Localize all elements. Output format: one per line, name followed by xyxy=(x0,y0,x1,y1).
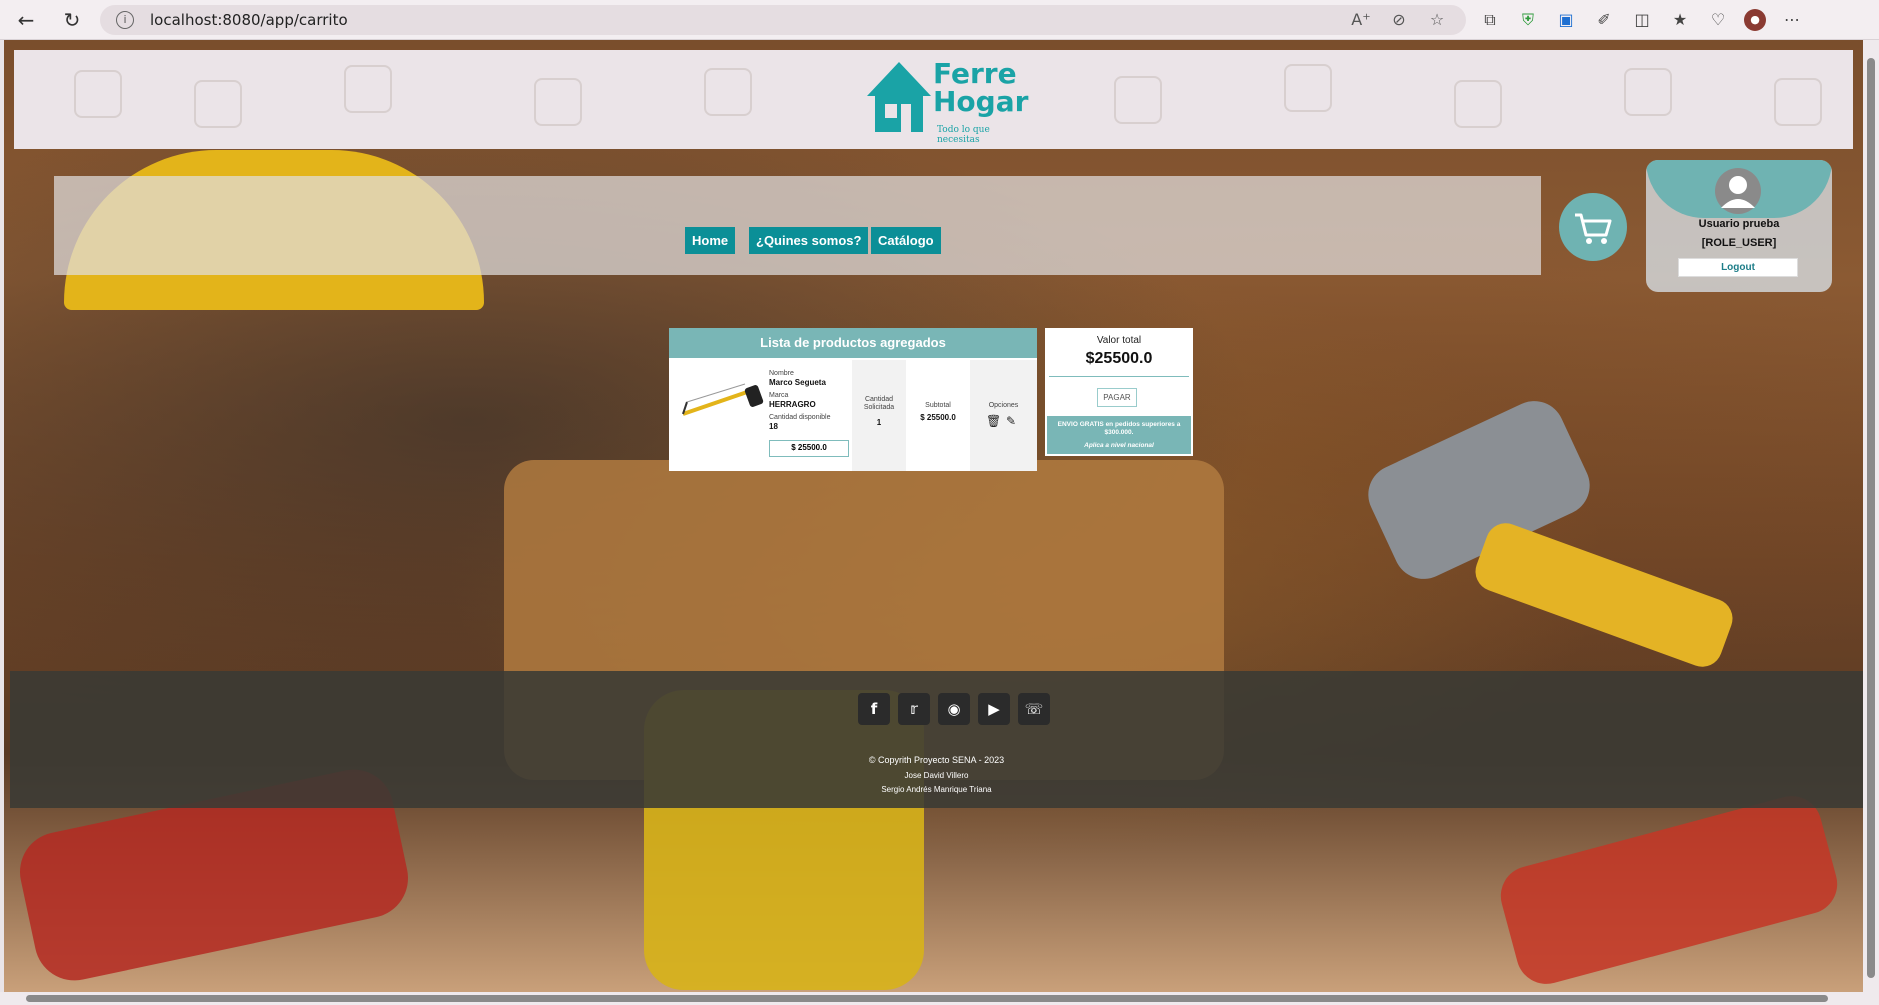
background-pliers xyxy=(1494,789,1844,991)
background-hammer-handle xyxy=(1469,517,1739,673)
brand-name: Ferre Hogar xyxy=(933,57,1029,118)
page-background: Ferre Hogar Todo lo que necesitas Home ¿… xyxy=(4,40,1863,992)
user-name: Usuario prueba xyxy=(1698,218,1780,230)
site-header: Ferre Hogar Todo lo que necesitas xyxy=(14,50,1853,149)
reload-icon[interactable]: ↻ xyxy=(58,8,86,32)
product-brand: HERRAGRO xyxy=(769,400,816,409)
extensions-icon[interactable]: ✐ xyxy=(1592,9,1616,31)
zoom-out-icon[interactable]: ⊘ xyxy=(1388,9,1410,31)
nav-quienes-somos[interactable]: ¿Quines somos? xyxy=(749,227,869,254)
pay-button[interactable]: PAGAR xyxy=(1097,388,1137,407)
user-card: Usuario prueba [ROLE_USER] Logout xyxy=(1646,160,1832,292)
qty-value: 1 xyxy=(876,418,882,427)
nav-catalogo[interactable]: Catálogo xyxy=(871,227,941,254)
product-name-label: Nombre xyxy=(769,370,794,377)
brand-logo[interactable]: Ferre Hogar Todo lo que necesitas xyxy=(865,57,1035,145)
pattern-tool-icon xyxy=(704,68,752,116)
instagram-icon[interactable]: ◉ xyxy=(938,693,970,725)
address-bar[interactable]: i localhost:8080/app/carrito A⁺ ⊘ ☆ xyxy=(100,5,1466,35)
pattern-tool-icon xyxy=(1454,80,1502,128)
facebook-icon[interactable]: f xyxy=(858,693,890,725)
pattern-tool-icon xyxy=(1114,76,1162,124)
total-value: $25500.0 xyxy=(1085,350,1153,367)
author-name: Jose David Villero xyxy=(904,771,969,780)
performance-icon[interactable]: ♡ xyxy=(1706,9,1730,31)
horizontal-scroll-thumb[interactable] xyxy=(26,995,1828,1002)
total-label: Valor total xyxy=(1096,335,1142,346)
read-aloud-icon[interactable]: A⁺ xyxy=(1350,9,1372,31)
pattern-tool-icon xyxy=(1774,78,1822,126)
split-screen-icon[interactable]: ◫ xyxy=(1630,9,1654,31)
vertical-scroll-thumb[interactable] xyxy=(1867,58,1875,978)
options-column: Opciones 🗑 ✎ xyxy=(970,360,1037,471)
logout-button[interactable]: Logout xyxy=(1678,258,1798,277)
product-name: Marco Segueta xyxy=(769,378,826,387)
pattern-tool-icon xyxy=(1284,64,1332,112)
product-brand-label: Marca xyxy=(769,392,789,399)
site-info-icon[interactable]: i xyxy=(116,11,134,29)
screen-capture-icon[interactable]: ▣ xyxy=(1554,9,1578,31)
shipping-notice: ENVIO GRATIS en pedidos superiores a $30… xyxy=(1047,416,1191,454)
collections-icon[interactable]: ⧉ xyxy=(1478,9,1502,31)
author-name: Sergio Andrés Manrique Triana xyxy=(881,785,992,794)
qty-column: Cantidad Solicitada 1 xyxy=(852,360,906,471)
shield-extension-icon[interactable]: ⛨ xyxy=(1516,9,1540,31)
profile-avatar-icon[interactable]: ● xyxy=(1744,9,1766,31)
youtube-icon[interactable]: ▶ xyxy=(978,693,1010,725)
user-role: [ROLE_USER] xyxy=(1701,237,1777,249)
copyright: © Copyrith Proyecto SENA - 2023 xyxy=(868,755,1005,765)
product-price: $ 25500.0 xyxy=(769,440,849,457)
subtotal-header: Subtotal xyxy=(925,402,951,409)
cart-button[interactable] xyxy=(1559,193,1627,261)
nav-panel: Home ¿Quines somos? Catálogo xyxy=(54,176,1541,275)
social-links: f 𝕣 ◉ ▶ ☏ xyxy=(858,693,1050,725)
shipping-note: ENVIO GRATIS en pedidos superiores a $30… xyxy=(1057,421,1181,436)
pattern-tool-icon xyxy=(534,78,582,126)
brand-tagline: Todo lo que necesitas xyxy=(937,125,990,145)
pattern-tool-icon xyxy=(344,65,392,113)
subtotal-value: $ 25500.0 xyxy=(920,413,956,422)
hacksaw-product-image xyxy=(682,383,764,416)
options-header: Opciones xyxy=(988,402,1019,409)
trash-icon[interactable]: 🗑 xyxy=(986,414,1001,428)
pattern-tool-icon xyxy=(1624,68,1672,116)
horizontal-scrollbar[interactable] xyxy=(0,992,1879,1005)
shipping-sub: Aplica a nivel nacional xyxy=(1084,442,1154,449)
qty-header: Cantidad Solicitada xyxy=(863,396,895,411)
site-footer: f 𝕣 ◉ ▶ ☏ © Copyrith Proyecto SENA - 202… xyxy=(10,671,1863,808)
pattern-tool-icon xyxy=(194,80,242,128)
available-qty: 18 xyxy=(769,422,778,431)
subtotal-column: Subtotal $ 25500.0 xyxy=(906,360,970,471)
summary-divider xyxy=(1049,376,1189,377)
pattern-tool-icon xyxy=(74,70,122,118)
house-logo-icon xyxy=(867,62,931,132)
twitter-icon[interactable]: 𝕣 xyxy=(898,693,930,725)
user-avatar-icon xyxy=(1715,168,1761,214)
cart-products-panel: Lista de productos agregados Nombre Marc… xyxy=(669,328,1037,471)
shopping-cart-icon xyxy=(1575,213,1612,244)
cart-panel-title: Lista de productos agregados xyxy=(669,328,1037,358)
order-summary-panel: Valor total $25500.0 PAGAR ENVIO GRATIS … xyxy=(1045,328,1193,456)
favorites-icon[interactable]: ★ xyxy=(1668,9,1692,31)
more-menu-icon[interactable]: ⋯ xyxy=(1780,9,1804,31)
favorite-star-icon[interactable]: ☆ xyxy=(1426,9,1448,31)
url-text[interactable]: localhost:8080/app/carrito xyxy=(150,11,348,29)
available-qty-label: Cantidad disponible xyxy=(769,414,831,421)
whatsapp-icon[interactable]: ☏ xyxy=(1018,693,1050,725)
pencil-icon[interactable]: ✎ xyxy=(1006,414,1016,428)
nav-home[interactable]: Home xyxy=(685,227,736,254)
vertical-scrollbar[interactable] xyxy=(1863,40,1879,992)
back-arrow-icon[interactable]: ← xyxy=(12,8,40,32)
browser-toolbar: ← ↻ i localhost:8080/app/carrito A⁺ ⊘ ☆ … xyxy=(0,0,1879,40)
